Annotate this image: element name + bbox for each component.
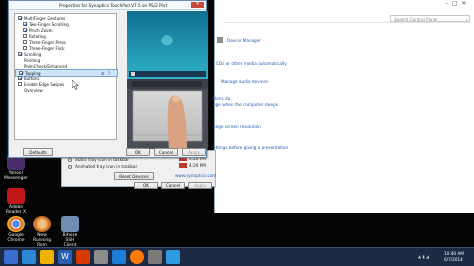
- window-controls-icon[interactable]: – □ ✕: [445, 1, 466, 7]
- device-manager-icon: [217, 37, 223, 43]
- static-tray-radio[interactable]: [68, 158, 72, 162]
- checkbox[interactable]: [18, 16, 22, 20]
- desktop-icon-adobe-reader[interactable]: Adobe Reader X: [4, 188, 28, 215]
- dialog-title: Properties for Synaptics TouchPad V7.5 o…: [59, 3, 168, 8]
- checkbox[interactable]: [23, 22, 27, 26]
- mouse-cursor-icon: [72, 80, 79, 90]
- presentation-settings-link[interactable]: ettings before giving a presentation: [213, 145, 288, 150]
- folder-icon[interactable]: [40, 250, 54, 264]
- animated-tray-label: Animated tray icon in taskbar: [75, 164, 138, 169]
- checkbox[interactable]: [18, 52, 22, 56]
- autoplay-link[interactable]: r CDs or other media automatically: [213, 61, 287, 66]
- touchpad-demo-illustration: [127, 11, 208, 149]
- synaptics-properties-dialog: Properties for Synaptics TouchPad V7.5 o…: [8, 0, 208, 158]
- dialog2-cancel-button[interactable]: Cancel: [161, 182, 185, 189]
- control-panel-window: – □ ✕ Search Control Panel ⌕ Device Mana…: [213, 0, 474, 213]
- control-panel-titlebar: – □ ✕: [215, 0, 474, 10]
- checkbox[interactable]: [23, 40, 27, 44]
- taskbar-app-icon[interactable]: [148, 250, 162, 264]
- desktop-icon-new-running-rom[interactable]: New Running Rom: [30, 216, 54, 248]
- checkbox[interactable]: [18, 82, 22, 86]
- bitvise-icon: [61, 216, 79, 232]
- taskbar-app-icon[interactable]: [4, 250, 18, 264]
- taskbar-app-icon[interactable]: [76, 250, 90, 264]
- search-input[interactable]: Search Control Panel ⌕: [390, 15, 470, 22]
- gesture-preview-video: [127, 11, 208, 149]
- chrome-icon: [7, 216, 25, 232]
- desktop-icon-bitvise-ssh[interactable]: Bitvise SSH Client: [58, 216, 82, 248]
- firefox-icon[interactable]: [130, 250, 144, 264]
- apply-button[interactable]: Apply: [182, 148, 206, 156]
- device-manager-link[interactable]: Device Manager: [227, 38, 261, 43]
- tray-icons[interactable]: ▲ ▮ ◢: [418, 254, 429, 259]
- tree-item-overview[interactable]: Overview: [15, 87, 116, 93]
- animated-tray-radio[interactable]: [68, 165, 72, 169]
- checkbox[interactable]: [23, 28, 27, 32]
- clock-time[interactable]: 10:40 AM: [444, 251, 464, 256]
- dialog2-ok-button[interactable]: OK: [134, 182, 158, 189]
- adobe-reader-icon: [7, 188, 25, 204]
- reset-devices-button[interactable]: Reset Devices: [114, 172, 154, 180]
- word-icon[interactable]: W: [58, 250, 72, 264]
- tray-preview-time-2: 4:20 PM: [189, 163, 206, 168]
- taskbar-app-icon[interactable]: [94, 250, 108, 264]
- cancel-button[interactable]: Cancel: [154, 148, 178, 156]
- taskbar-app-icon[interactable]: [112, 250, 126, 264]
- dialog2-apply-button[interactable]: Apply: [188, 182, 212, 189]
- desktop-icon-yahoo-messenger[interactable]: Yahoo! Messenger: [4, 154, 28, 181]
- screen-resolution-link[interactable]: ange screen resolution: [213, 124, 261, 129]
- clock-date[interactable]: 6/7/2014: [444, 257, 463, 262]
- taskbar-app-icon[interactable]: [22, 250, 36, 264]
- synaptics-link[interactable]: www.synaptics.com: [175, 173, 216, 178]
- sleep-settings-link[interactable]: nge when the computer sleeps: [213, 102, 278, 107]
- desktop-icon-google-chrome[interactable]: Google Chrome: [4, 216, 28, 243]
- checkbox[interactable]: [18, 76, 22, 80]
- power-buttons-link[interactable]: ttons do: [213, 96, 230, 101]
- audio-devices-link[interactable]: Manage audio devices: [221, 79, 268, 84]
- dialog-titlebar: Properties for Synaptics TouchPad V7.5 o…: [9, 1, 206, 10]
- checkbox[interactable]: [23, 34, 27, 38]
- taskbar: W ▲ ▮ ◢ 10:40 AM 6/7/2014: [0, 247, 474, 266]
- taskbar-app-icon[interactable]: [166, 250, 180, 264]
- close-icon[interactable]: ✕: [191, 2, 204, 8]
- checkbox[interactable]: [23, 46, 27, 50]
- search-icon[interactable]: ⌕: [466, 17, 468, 22]
- ok-button[interactable]: OK: [126, 148, 150, 156]
- synaptics-animated-tray-icon: [179, 163, 187, 168]
- settings-tree: MultiFinger Gestures Two-Finger Scrollin…: [14, 13, 118, 140]
- defaults-button[interactable]: Defaults: [23, 148, 53, 156]
- running-rom-icon: [33, 216, 51, 232]
